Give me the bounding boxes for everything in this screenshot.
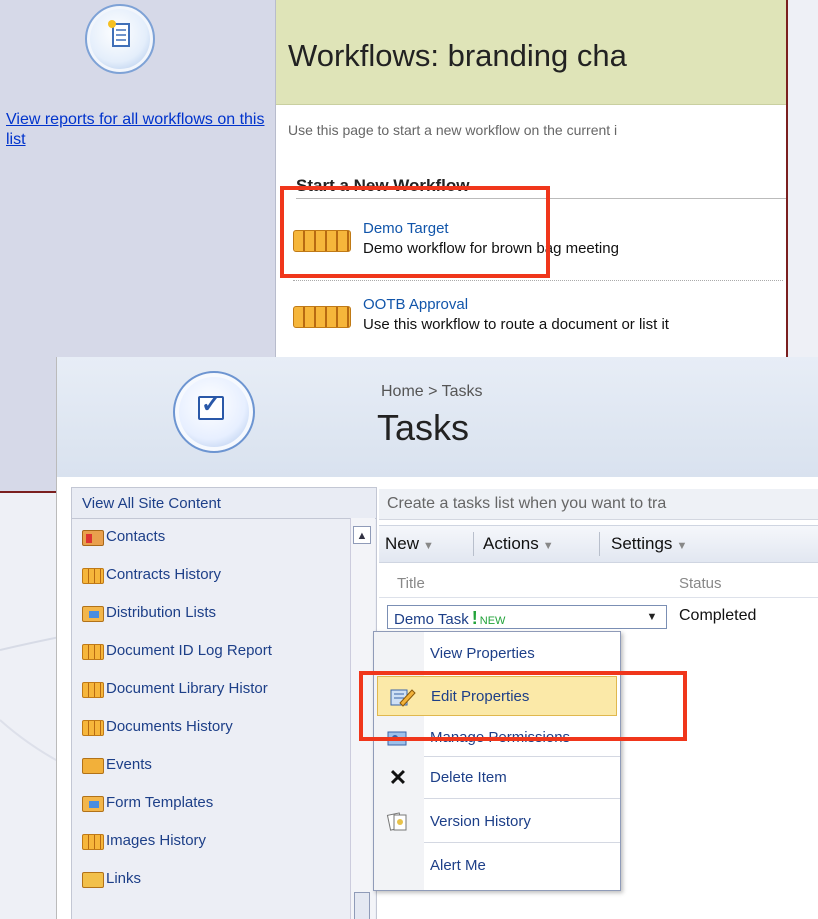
calendar-icon (82, 758, 104, 774)
list-toolbar: New ▼ Actions ▼ Settings ▼ (379, 525, 818, 563)
version-history-icon (386, 812, 410, 832)
scroll-up-icon[interactable]: ▲ (353, 526, 371, 544)
workflows-header: Workflows: branding cha (276, 0, 786, 105)
list-icon (82, 568, 104, 584)
title-cell[interactable]: Demo Task! NEW ▼ (387, 605, 667, 629)
menu-item-label: Delete Item (430, 769, 507, 786)
status-value: Completed (679, 607, 757, 624)
menu-item-label: Version History (430, 813, 531, 830)
menu-item-alert-me[interactable]: Alert Me (374, 846, 620, 886)
nav-item-label: Form Templates (106, 794, 214, 811)
view-reports-link[interactable]: View reports for all workflows on this l… (6, 110, 266, 150)
list-icon (82, 682, 104, 698)
list-icon (82, 834, 104, 850)
workflow-list-icon (293, 306, 351, 328)
contacts-icon (82, 530, 104, 546)
chevron-down-icon: ▼ (423, 540, 434, 552)
quick-launch-nav: View All Site Content Contacts Contracts… (71, 487, 377, 919)
menu-divider (424, 842, 620, 843)
nav-item-label: Distribution Lists (106, 604, 217, 621)
column-headers: Title Status (379, 569, 818, 598)
new-label: New (385, 534, 420, 553)
nav-item-label: Document ID Log Report (106, 642, 272, 659)
nav-item-label: Documents History (106, 718, 233, 735)
nav-item-label: Contracts History (106, 566, 222, 583)
task-title: Demo Task (394, 611, 469, 628)
menu-item-label: View Properties (430, 645, 535, 662)
new-flag-icon: ! (471, 608, 478, 628)
nav-list: Contacts Contracts History Distribution … (72, 518, 350, 919)
list-description: Create a tasks list when you want to tra (387, 495, 667, 512)
workflow-name-link[interactable]: OOTB Approval (363, 296, 468, 313)
menu-item-delete[interactable]: ✕ Delete Item (374, 758, 620, 798)
workflows-description: Use this page to start a new workflow on… (288, 122, 618, 138)
list-icon (82, 644, 104, 660)
menu-item-version-history[interactable]: Version History (374, 802, 620, 842)
settings-menu-button[interactable]: Settings ▼ (611, 534, 687, 554)
divider (293, 280, 783, 281)
item-context-menu: View Properties Edit Properties Manage P… (373, 631, 621, 891)
menu-item-view-properties[interactable]: View Properties (374, 634, 620, 674)
nav-item-label: Links (106, 870, 142, 887)
scroll-thumb[interactable] (354, 892, 370, 919)
workflow-description: Use this workflow to route a document or… (363, 316, 669, 333)
task-title-link[interactable]: Demo Task! NEW (394, 608, 505, 629)
menu-divider (424, 798, 620, 799)
new-badge: NEW (479, 615, 506, 627)
toolbar-divider (473, 532, 474, 556)
folder-icon (82, 606, 104, 622)
menu-divider (424, 756, 620, 757)
nav-item-label: Events (106, 756, 152, 773)
tasks-window: ✓ Home > Tasks Tasks View All Site Conte… (56, 357, 818, 919)
table-row[interactable]: Demo Task! NEW ▼ Completed (387, 601, 818, 631)
chevron-down-icon: ▼ (542, 540, 554, 552)
workflow-logo-icon (85, 4, 155, 74)
list-description-bar: Create a tasks list when you want to tra (379, 489, 818, 520)
tasks-header: ✓ Home > Tasks Tasks (57, 357, 818, 477)
checkmark-icon: ✓ (201, 391, 222, 418)
nav-item-label: Images History (106, 832, 207, 849)
menu-item-label: Alert Me (430, 857, 486, 874)
list-icon (82, 720, 104, 736)
folder-icon (82, 796, 104, 812)
delete-icon: ✕ (388, 765, 408, 790)
actions-menu-button[interactable]: Actions ▼ (483, 534, 554, 554)
settings-label: Settings (611, 534, 673, 553)
view-all-site-content-link[interactable]: View All Site Content (72, 488, 376, 519)
nav-item-label: Contacts (106, 528, 166, 545)
nav-header-label[interactable]: View All Site Content (82, 495, 221, 512)
highlight-box (359, 671, 687, 741)
column-header-title[interactable]: Title (397, 575, 425, 592)
column-header-status[interactable]: Status (679, 575, 722, 592)
actions-label: Actions (483, 534, 539, 553)
page-title: Tasks (377, 407, 470, 448)
new-menu-button[interactable]: New ▼ (385, 534, 434, 554)
highlight-box (280, 186, 550, 278)
breadcrumb[interactable]: Home > Tasks (381, 383, 483, 401)
links-icon (82, 872, 104, 888)
toolbar-divider (599, 532, 600, 556)
workflow-item-ootb-approval[interactable]: OOTB Approval Use this workflow to route… (293, 296, 783, 340)
item-dropdown-icon[interactable]: ▼ (642, 608, 662, 626)
page-title: Workflows: branding cha (288, 38, 627, 73)
nav-item-label: Document Library Histor (106, 680, 268, 697)
chevron-down-icon: ▼ (676, 540, 688, 552)
